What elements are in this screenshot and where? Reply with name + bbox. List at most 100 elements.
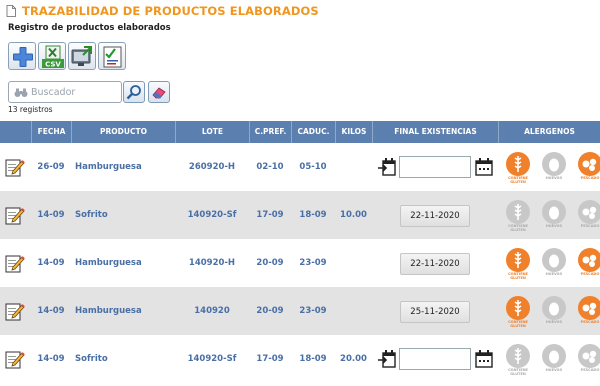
calendar-import-icon[interactable] bbox=[378, 157, 396, 177]
allergen-label: PESCADO bbox=[580, 368, 600, 372]
header-caduc[interactable]: CADUC. bbox=[291, 121, 335, 143]
cell-lote: 140920-Sf bbox=[187, 354, 237, 364]
edit-icon[interactable] bbox=[5, 301, 25, 321]
title-bar: TRAZABILIDAD DE PRODUCTOS ELABORADOS bbox=[0, 0, 600, 20]
plus-icon bbox=[13, 47, 33, 67]
cell-producto[interactable]: Hamburguesa bbox=[75, 143, 175, 191]
page-subtitle: Registro de productos elaborados bbox=[8, 23, 171, 33]
allergen-label: CONTIENE GLUTEN bbox=[508, 224, 528, 232]
cell-kilos bbox=[335, 239, 372, 287]
table-row: 14-09 Hamburguesa 140920 20-09 23-09 25-11-20… bbox=[0, 287, 600, 335]
table-row: 14-09 Sofrito 140920-Sf 17-09 18-09 20.00 CONT… bbox=[0, 335, 600, 383]
search-box bbox=[8, 81, 122, 103]
egg-icon: HUEVOS bbox=[541, 296, 567, 328]
cell-fecha: 14-09 bbox=[37, 210, 65, 220]
edit-icon[interactable] bbox=[5, 205, 25, 225]
record-count: 13 registros bbox=[8, 105, 53, 114]
cell-kilos: 20.00 bbox=[340, 354, 367, 364]
cell-caduc: 18-09 bbox=[299, 210, 327, 220]
magnifier-icon bbox=[126, 85, 141, 100]
cell-lote: 260920-H bbox=[188, 162, 236, 172]
cell-cpref: 17-09 bbox=[256, 354, 284, 364]
header-kilos[interactable]: KILOS bbox=[335, 121, 372, 143]
edit-icon[interactable] bbox=[5, 253, 25, 273]
cell-cpref: 20-09 bbox=[256, 306, 284, 316]
export-csv-button[interactable]: CSV bbox=[38, 42, 66, 70]
fish-icon: PESCADO bbox=[577, 248, 600, 280]
cell-producto[interactable]: Sofrito bbox=[75, 191, 175, 239]
document-icon bbox=[6, 5, 16, 17]
cell-fecha: 14-09 bbox=[37, 354, 65, 364]
allergen-label: HUEVOS bbox=[545, 368, 563, 372]
cell-kilos bbox=[335, 287, 372, 335]
fish-icon: PESCADO bbox=[577, 344, 600, 376]
fish-icon: PESCADO bbox=[577, 152, 600, 184]
monitor-export-icon bbox=[71, 46, 92, 66]
cell-cpref: 02-10 bbox=[256, 162, 284, 172]
gluten-icon: CONTIENE GLUTEN bbox=[505, 344, 531, 376]
egg-icon: HUEVOS bbox=[541, 200, 567, 232]
allergen-label: CONTIENE GLUTEN bbox=[508, 320, 528, 328]
cell-kilos bbox=[335, 143, 372, 191]
header-alergenos[interactable]: ALERGENOS bbox=[498, 121, 600, 143]
cell-producto[interactable]: Sofrito bbox=[75, 335, 175, 383]
cell-fecha: 14-09 bbox=[37, 258, 65, 268]
allergen-label: CONTIENE GLUTEN bbox=[508, 272, 528, 280]
header-producto[interactable]: PRODUCTO bbox=[71, 121, 175, 143]
gluten-icon: CONTIENE GLUTEN bbox=[505, 200, 531, 232]
allergen-label: PESCADO bbox=[580, 272, 600, 276]
allergen-label: PESCADO bbox=[580, 176, 600, 180]
allergen-label: HUEVOS bbox=[545, 224, 563, 228]
cell-caduc: 23-09 bbox=[299, 258, 327, 268]
export-screen-button[interactable] bbox=[68, 42, 96, 70]
cell-producto[interactable]: Hamburguesa bbox=[75, 239, 175, 287]
clear-search-button[interactable] bbox=[148, 81, 170, 103]
cell-lote: 140920 bbox=[194, 306, 230, 316]
final-existencias-date: 25-11-2020 bbox=[400, 301, 470, 323]
add-button[interactable] bbox=[8, 42, 36, 70]
calendar-icon[interactable] bbox=[475, 157, 493, 177]
cell-producto[interactable]: Hamburguesa bbox=[75, 287, 175, 335]
table-row: 14-09 Sofrito 140920-Sf 17-09 18-09 10.00 22-1… bbox=[0, 191, 600, 239]
checklist-icon bbox=[103, 46, 122, 68]
header-cpref[interactable]: C.PREF. bbox=[249, 121, 291, 143]
calendar-icon[interactable] bbox=[475, 349, 493, 369]
search-button[interactable] bbox=[123, 81, 145, 103]
calendar-import-icon[interactable] bbox=[378, 349, 396, 369]
table-header: FECHA PRODUCTO LOTE C.PREF. CADUC. KILOS… bbox=[0, 121, 600, 143]
allergen-label: PESCADO bbox=[580, 224, 600, 228]
allergen-label: CONTIENE GLUTEN bbox=[508, 176, 528, 184]
gluten-icon: CONTIENE GLUTEN bbox=[505, 152, 531, 184]
csv-label: CSV bbox=[45, 61, 61, 69]
gluten-icon: CONTIENE GLUTEN bbox=[505, 296, 531, 328]
header-fecha[interactable]: FECHA bbox=[31, 121, 71, 143]
allergen-label: CONTIENE GLUTEN bbox=[508, 368, 528, 376]
final-existencias-input[interactable] bbox=[399, 348, 471, 370]
final-existencias-input[interactable] bbox=[399, 156, 471, 178]
egg-icon: HUEVOS bbox=[541, 344, 567, 376]
cell-lote: 140920-Sf bbox=[187, 210, 237, 220]
search-input[interactable] bbox=[31, 85, 119, 100]
checklist-button[interactable] bbox=[98, 42, 126, 70]
header-lote[interactable]: LOTE bbox=[175, 121, 249, 143]
allergen-label: HUEVOS bbox=[545, 320, 563, 324]
final-existencias-date: 22-11-2020 bbox=[400, 205, 470, 227]
cell-fecha: 14-09 bbox=[37, 306, 65, 316]
cell-caduc: 23-09 bbox=[299, 306, 327, 316]
table-row: 14-09 Hamburguesa 140920-H 20-09 23-09 22-11-… bbox=[0, 239, 600, 287]
allergen-label: PESCADO bbox=[580, 320, 600, 324]
gluten-icon: CONTIENE GLUTEN bbox=[505, 248, 531, 280]
page-title: TRAZABILIDAD DE PRODUCTOS ELABORADOS bbox=[22, 4, 319, 18]
cell-caduc: 05-10 bbox=[299, 162, 327, 172]
edit-icon[interactable] bbox=[5, 157, 25, 177]
binoculars-icon bbox=[14, 88, 28, 97]
excel-csv-icon: CSV bbox=[42, 45, 64, 69]
edit-icon[interactable] bbox=[5, 349, 25, 369]
cell-caduc: 18-09 bbox=[299, 354, 327, 364]
cell-fecha: 26-09 bbox=[37, 162, 65, 172]
egg-icon: HUEVOS bbox=[541, 152, 567, 184]
eraser-icon bbox=[152, 87, 166, 99]
cell-cpref: 17-09 bbox=[256, 210, 284, 220]
final-existencias-date: 22-11-2020 bbox=[400, 253, 470, 275]
header-final-existencias[interactable]: FINAL EXISTENCIAS bbox=[372, 121, 498, 143]
